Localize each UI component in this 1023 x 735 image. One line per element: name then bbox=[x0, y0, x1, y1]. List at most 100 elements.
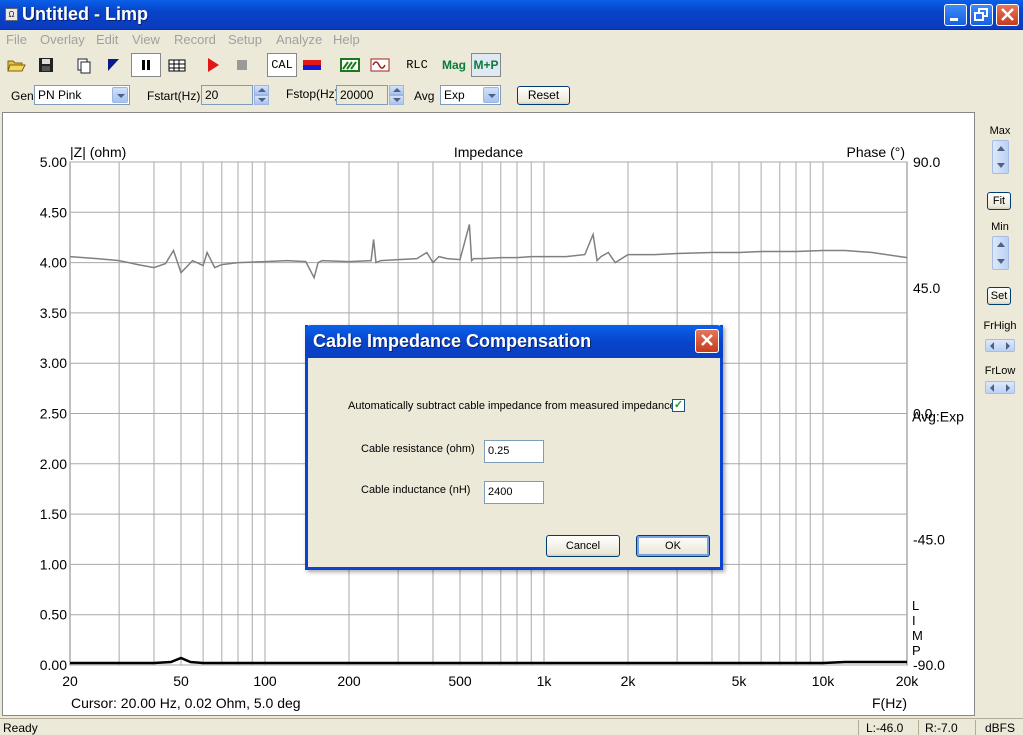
status-left-level: L:-46.0 bbox=[866, 721, 904, 735]
status-right-level: R:-7.0 bbox=[925, 721, 958, 735]
dialog-close-button[interactable] bbox=[695, 329, 719, 353]
rlc-button[interactable]: RLC bbox=[403, 53, 431, 77]
impedance-magnitude-line bbox=[69, 224, 908, 280]
minimize-button[interactable] bbox=[944, 4, 967, 26]
table-grid-icon bbox=[168, 59, 186, 72]
x-tick-label: 100 bbox=[253, 673, 277, 689]
chevron-up-icon[interactable] bbox=[997, 146, 1005, 151]
set-button[interactable]: Set bbox=[987, 287, 1011, 305]
avg-label: Avg bbox=[414, 89, 435, 103]
mag-phase-button[interactable]: M+P bbox=[471, 53, 501, 77]
menu-overlay[interactable]: Overlay bbox=[40, 32, 85, 47]
chevron-left-icon[interactable] bbox=[990, 342, 994, 350]
cable-inductance-input[interactable]: 2400 bbox=[484, 481, 544, 504]
max-label: Max bbox=[989, 125, 1011, 137]
menu-setup[interactable]: Setup bbox=[228, 32, 262, 47]
chevron-right-icon[interactable] bbox=[1006, 342, 1010, 350]
x-axis-label: F(Hz) bbox=[872, 695, 907, 711]
color-swap-button[interactable] bbox=[299, 53, 325, 77]
frlow-stepper[interactable] bbox=[985, 381, 1015, 394]
menu-bar: File Overlay Edit View Record Setup Anal… bbox=[0, 30, 1023, 50]
menu-file[interactable]: File bbox=[6, 32, 27, 47]
chevron-down-icon[interactable] bbox=[254, 95, 269, 105]
fstop-stepper[interactable] bbox=[389, 85, 404, 105]
auto-subtract-label: Automatically subtract cable impedance f… bbox=[348, 400, 676, 412]
chevron-down-icon[interactable] bbox=[483, 87, 499, 103]
cable-resistance-label: Cable resistance (ohm) bbox=[361, 443, 475, 455]
y2-tick-label: 90.0 bbox=[913, 154, 940, 170]
fstart-stepper[interactable] bbox=[254, 85, 269, 105]
status-ready: Ready bbox=[3, 721, 38, 735]
gen-select[interactable]: PN Pink bbox=[34, 85, 130, 105]
waveform-button[interactable] bbox=[367, 53, 393, 77]
chevron-up-icon[interactable] bbox=[389, 85, 404, 95]
marker-button[interactable] bbox=[101, 53, 125, 77]
ok-button[interactable]: OK bbox=[636, 535, 710, 557]
green-chart-icon bbox=[340, 58, 360, 72]
y-axis-label: |Z| (ohm) bbox=[70, 144, 126, 160]
x-tick-label: 20 bbox=[62, 673, 78, 689]
limp-vertical-letter: L bbox=[912, 598, 919, 613]
table-button[interactable] bbox=[164, 53, 190, 77]
fit-button[interactable]: Fit bbox=[987, 192, 1011, 210]
x-tick-label: 200 bbox=[337, 673, 361, 689]
cable-resistance-input[interactable]: 0.25 bbox=[484, 440, 544, 463]
frhigh-stepper[interactable] bbox=[985, 339, 1015, 352]
avg-indicator: Avg:Exp bbox=[912, 409, 964, 425]
folder-open-icon bbox=[7, 60, 26, 72]
chevron-left-icon[interactable] bbox=[990, 384, 994, 392]
reset-button[interactable]: Reset bbox=[517, 86, 570, 105]
chevron-down-icon[interactable] bbox=[112, 87, 128, 103]
stop-icon bbox=[237, 60, 247, 70]
status-separator bbox=[975, 720, 976, 735]
cal-button[interactable]: CAL bbox=[267, 53, 297, 77]
chevron-down-icon[interactable] bbox=[997, 259, 1005, 264]
auto-subtract-checkbox[interactable]: ✓ bbox=[672, 399, 685, 412]
min-label: Min bbox=[991, 221, 1009, 233]
fstop-input[interactable]: 20000 bbox=[336, 85, 388, 105]
y-tick-label: 1.50 bbox=[40, 506, 67, 522]
limp-vertical-letter: P bbox=[912, 643, 921, 658]
menu-view[interactable]: View bbox=[132, 32, 160, 47]
min-stepper[interactable] bbox=[992, 236, 1009, 270]
limp-vertical-letter: M bbox=[912, 628, 923, 643]
chevron-right-icon[interactable] bbox=[1006, 384, 1010, 392]
fstop-label: Fstop(Hz) bbox=[286, 87, 339, 101]
stop-button[interactable] bbox=[230, 53, 254, 77]
chevron-down-icon[interactable] bbox=[997, 163, 1005, 168]
close-icon bbox=[701, 334, 713, 346]
pause-button[interactable] bbox=[131, 53, 161, 77]
mag-button[interactable]: Mag bbox=[440, 53, 468, 77]
x-tick-label: 2k bbox=[621, 673, 637, 689]
toolbar: CAL RLC Mag M+P bbox=[0, 50, 1023, 80]
cursor-readout: Cursor: 20.00 Hz, 0.02 Ohm, 5.0 deg bbox=[71, 695, 301, 711]
y2-tick-label: -45.0 bbox=[913, 531, 945, 547]
max-stepper[interactable] bbox=[992, 140, 1009, 174]
fstart-input[interactable]: 20 bbox=[201, 85, 253, 105]
copy-button[interactable] bbox=[72, 53, 96, 77]
close-button[interactable] bbox=[996, 4, 1019, 26]
open-button[interactable] bbox=[4, 53, 28, 77]
overlay-button[interactable] bbox=[337, 53, 363, 77]
menu-edit[interactable]: Edit bbox=[96, 32, 118, 47]
status-bar: Ready L:-46.0 R:-7.0 dBFS bbox=[0, 718, 1023, 735]
restore-button[interactable] bbox=[970, 4, 993, 26]
menu-help[interactable]: Help bbox=[333, 32, 360, 47]
avg-select[interactable]: Exp bbox=[440, 85, 501, 105]
chart-title: Impedance bbox=[454, 144, 523, 160]
menu-record[interactable]: Record bbox=[174, 32, 216, 47]
chevron-up-icon[interactable] bbox=[254, 85, 269, 95]
cancel-button[interactable]: Cancel bbox=[546, 535, 620, 557]
y2-tick-label: -90.0 bbox=[913, 657, 945, 673]
save-button[interactable] bbox=[34, 53, 58, 77]
frhigh-label: FrHigh bbox=[983, 320, 1017, 332]
chevron-up-icon[interactable] bbox=[997, 242, 1005, 247]
menu-analyze[interactable]: Analyze bbox=[276, 32, 322, 47]
checkmark-icon: ✓ bbox=[673, 399, 684, 411]
y-tick-label: 3.50 bbox=[40, 305, 67, 321]
chevron-down-icon[interactable] bbox=[389, 95, 404, 105]
y2-axis-label: Phase (°) bbox=[846, 144, 905, 160]
record-play-button[interactable] bbox=[200, 53, 224, 77]
close-icon bbox=[1001, 8, 1014, 21]
app-icon[interactable]: Ω bbox=[5, 8, 18, 21]
